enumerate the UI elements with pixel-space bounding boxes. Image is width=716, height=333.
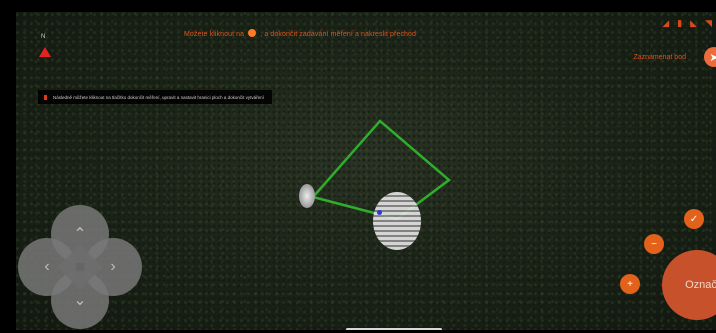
polygon-point-marker[interactable] [299,184,315,208]
chevron-up-icon: ⌃ [73,226,87,243]
home-indicator[interactable] [346,328,442,330]
robot-position-dot [377,210,382,215]
add-point-button[interactable]: + [620,274,640,294]
chevron-down-icon: ⌄ [73,292,87,309]
check-icon: ✓ [689,213,699,225]
robot-mower-icon [373,192,421,250]
direction-pad[interactable]: ⌃ ⌄ ‹ › [18,205,142,329]
plus-icon: + [627,278,633,290]
chevron-left-icon: ‹ [44,258,50,275]
chevron-right-icon: › [110,258,116,275]
mark-button-label: Označ [685,279,716,291]
remove-point-button[interactable]: − [644,234,664,254]
confirm-button[interactable]: ✓ [684,209,704,229]
map-view[interactable]: Možete kliknout na , a dokončit zadávání… [16,12,716,330]
minus-icon: − [651,238,657,250]
